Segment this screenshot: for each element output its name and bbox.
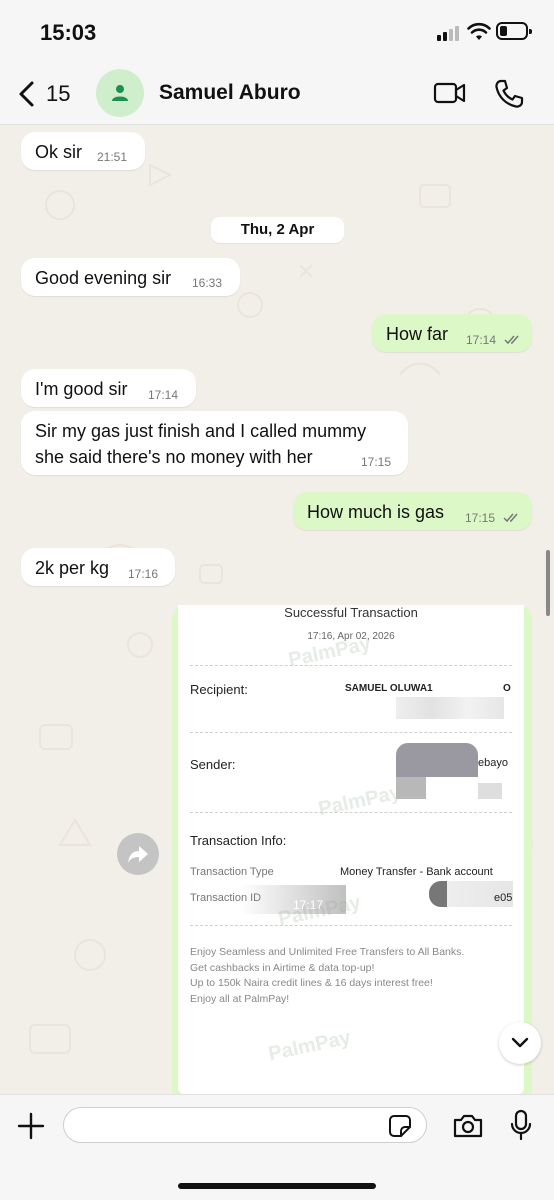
redacted-area xyxy=(396,697,504,719)
message-bubble[interactable]: How far 17:14 xyxy=(372,314,532,352)
microphone-icon[interactable] xyxy=(510,1109,532,1141)
recipient-name: SAMUEL OLUWA1 xyxy=(345,683,433,694)
divider xyxy=(190,665,512,666)
receipt-date: 17:16, Apr 02, 2026 xyxy=(307,631,395,642)
forward-icon xyxy=(128,846,148,863)
message-text: 2k per kg xyxy=(35,558,110,578)
composer-bar xyxy=(0,1094,554,1200)
image-message[interactable]: PalmPay PalmPay PalmPay PalmPay Successf… xyxy=(172,605,532,1094)
status-time: 15:03 xyxy=(40,20,97,45)
message-text: How far xyxy=(386,324,449,344)
redacted-area xyxy=(478,783,502,799)
sticker-icon[interactable] xyxy=(388,1114,412,1138)
message-time: 17:14 xyxy=(466,333,497,347)
message-text: I'm good sir xyxy=(35,379,128,399)
plus-icon[interactable] xyxy=(16,1111,46,1141)
recipient-label: Recipient: xyxy=(190,682,248,697)
divider xyxy=(190,732,512,733)
scroll-down-button[interactable] xyxy=(499,1022,541,1064)
date-separator: Thu, 2 Apr xyxy=(211,217,344,243)
cellular-signal-icon xyxy=(437,25,463,41)
message-bubble[interactable]: Ok sir 21:51 xyxy=(21,132,145,170)
message-bubble[interactable]: Sir my gas just finish and I called mumm… xyxy=(21,411,408,475)
chevron-down-icon xyxy=(511,1037,529,1048)
camera-icon[interactable] xyxy=(452,1113,484,1139)
person-icon xyxy=(112,85,128,101)
watermark: PalmPay xyxy=(316,781,403,821)
recipient-name-end: O xyxy=(503,683,511,694)
message-text: How much is gas xyxy=(307,502,445,522)
promo-text: Enjoy Seamless and Unlimited Free Transf… xyxy=(190,945,464,1007)
message-time: 17:17 xyxy=(293,898,324,912)
scrollbar[interactable] xyxy=(546,550,550,616)
wifi-icon xyxy=(467,22,491,40)
sender-name-partial: ebayo xyxy=(478,757,508,769)
transaction-receipt-image[interactable]: PalmPay PalmPay PalmPay PalmPay Successf… xyxy=(178,605,524,1094)
promo-line: Enjoy Seamless and Unlimited Free Transf… xyxy=(190,946,465,958)
message-time: 21:51 xyxy=(97,150,128,164)
unread-count[interactable]: 15 xyxy=(46,81,70,107)
video-call-icon[interactable] xyxy=(433,80,467,106)
divider xyxy=(190,812,512,813)
status-bar: 15:03 xyxy=(0,0,554,62)
double-check-icon xyxy=(504,335,519,345)
message-text: Ok sir xyxy=(35,142,82,162)
promo-line: Enjoy all at PalmPay! xyxy=(190,992,290,1005)
sender-label: Sender: xyxy=(190,757,236,772)
message-bubble[interactable]: Good evening sir 16:33 xyxy=(21,258,240,296)
chat-area[interactable]: Ok sir 21:51 Thu, 2 Apr Good evening sir… xyxy=(0,125,554,1094)
message-text-line-2: she said there's no money with her xyxy=(35,447,313,467)
receipt-title: Successful Transaction xyxy=(284,605,418,620)
message-time: 16:33 xyxy=(192,276,223,290)
divider xyxy=(190,925,512,926)
message-input[interactable] xyxy=(63,1107,427,1143)
forward-button[interactable] xyxy=(117,833,159,875)
double-check-icon xyxy=(503,513,518,523)
message-text: Good evening sir xyxy=(35,268,172,288)
redacted-area xyxy=(396,777,426,799)
message-time: 17:14 xyxy=(148,388,179,402)
promo-line: Get cashbacks in Airtime & data top-up! xyxy=(190,961,375,974)
home-indicator xyxy=(178,1183,376,1189)
transaction-info-label: Transaction Info: xyxy=(190,833,287,848)
message-bubble[interactable]: 2k per kg 17:16 xyxy=(21,548,175,586)
message-bubble[interactable]: How much is gas 17:15 xyxy=(293,492,532,530)
back-chevron-icon[interactable] xyxy=(14,78,44,110)
message-bubble[interactable]: I'm good sir 17:14 xyxy=(21,369,196,407)
watermark: PalmPay xyxy=(266,1026,353,1066)
redacted-area xyxy=(396,743,478,777)
contact-name[interactable]: Samuel Aburo xyxy=(159,81,301,105)
message-time: 17:15 xyxy=(465,511,496,525)
message-time: 17:15 xyxy=(361,455,392,469)
chat-header: 15 Samuel Aburo xyxy=(0,62,554,125)
transaction-id-partial: e05 xyxy=(494,892,513,904)
transaction-type-label: Transaction Type xyxy=(190,866,274,878)
battery-icon xyxy=(496,22,532,40)
phone-icon[interactable] xyxy=(493,78,525,110)
promo-line: Up to 150k Naira credit lines & 16 days … xyxy=(190,977,433,989)
transaction-type-value: Money Transfer - Bank account xyxy=(340,866,493,878)
message-time: 17:16 xyxy=(128,567,159,581)
avatar[interactable] xyxy=(96,69,144,117)
message-text-line-1: Sir my gas just finish and I called mumm… xyxy=(35,421,367,441)
